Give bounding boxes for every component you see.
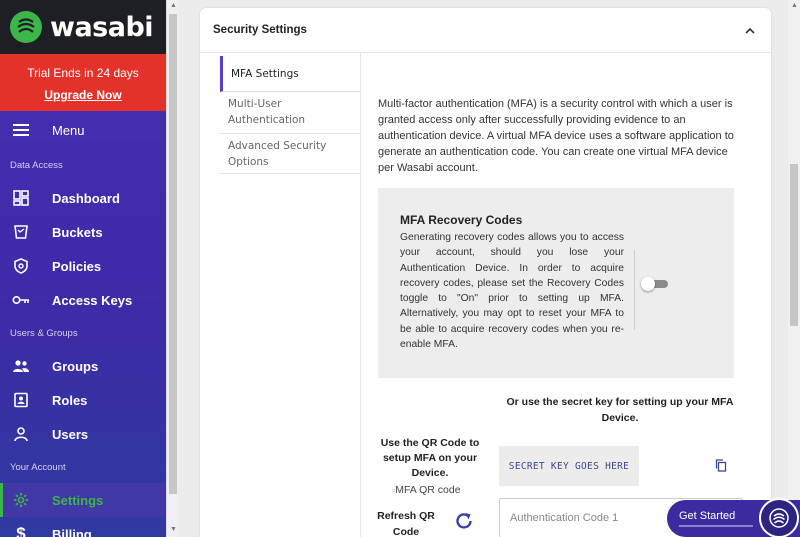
toggle-knob <box>641 277 655 291</box>
brand-name: wasabi <box>50 11 154 43</box>
sidebar-item-buckets[interactable]: Buckets <box>0 215 166 249</box>
section-data-access: Data Access <box>10 159 63 171</box>
mfa-recovery-codes-box: MFA Recovery Codes Generating recovery c… <box>378 188 734 378</box>
dollar-icon: $ <box>16 524 26 537</box>
hamburger-icon <box>12 121 30 139</box>
shield-icon <box>12 257 30 275</box>
sidebar-item-groups[interactable]: Groups <box>0 349 166 383</box>
get-started-progress <box>679 525 753 527</box>
get-started-label: Get Started <box>679 510 736 522</box>
settings-tabs: MFA Settings Multi-User Authentication A… <box>220 56 360 174</box>
sidebar-item-access-keys[interactable]: Access Keys <box>0 283 166 317</box>
sidebar-item-label: Users <box>52 426 89 442</box>
divider <box>360 52 361 537</box>
sidebar-item-settings[interactable]: Settings <box>0 483 166 517</box>
group-icon <box>12 357 30 375</box>
sidebar-scrollbar[interactable]: ▲ ▼ <box>166 0 178 537</box>
mfa-description: Multi-factor authentication (MFA) is a s… <box>378 98 734 174</box>
card-title: Security Settings <box>213 24 307 36</box>
dashboard-icon <box>12 189 30 207</box>
main-scroll-thumb[interactable] <box>790 164 798 326</box>
sidebar-item-label: Groups <box>52 358 99 374</box>
menu-toggle[interactable]: Menu <box>0 111 166 149</box>
upgrade-now-link[interactable]: Upgrade Now <box>44 88 121 102</box>
tab-multi-user-authentication[interactable]: Multi-User Authentication <box>220 92 360 134</box>
recovery-text: Generating recovery codes allows you to … <box>400 232 624 351</box>
refresh-icon[interactable] <box>453 510 475 532</box>
wasabi-logo-icon <box>759 498 799 537</box>
sidebar-item-label: Roles <box>52 392 88 408</box>
sidebar: wasabi Trial Ends in 24 days Upgrade Now… <box>0 0 166 537</box>
copy-icon[interactable] <box>715 459 727 472</box>
wasabi-logo[interactable]: wasabi <box>0 0 166 54</box>
secret-key-title: Or use the secret key for setting up you… <box>506 396 734 424</box>
chevron-up-icon[interactable] <box>743 24 757 38</box>
mfa-qr-code-image: ▫MFA QR code <box>392 484 461 496</box>
sidebar-item-users[interactable]: Users <box>0 417 166 451</box>
sidebar-item-label: Settings <box>52 492 104 508</box>
sidebar-item-billing[interactable]: $ Billing <box>0 517 166 537</box>
recovery-codes-toggle[interactable] <box>641 277 668 291</box>
sidebar-item-dashboard[interactable]: Dashboard <box>0 181 166 215</box>
key-icon <box>12 291 30 309</box>
sidebar-item-label: Buckets <box>52 224 103 240</box>
get-started-button[interactable]: Get Started <box>667 498 800 537</box>
divider <box>200 52 771 53</box>
sidebar-item-label: Policies <box>52 258 102 274</box>
scroll-up-arrow-icon[interactable]: ▲ <box>170 2 177 9</box>
qr-code-title: Use the QR Code to setup MFA on your Dev… <box>380 437 480 479</box>
sidebar-scroll-thumb[interactable] <box>169 14 177 494</box>
main-scrollbar[interactable]: ▲ <box>788 0 800 537</box>
sidebar-item-policies[interactable]: Policies <box>0 249 166 283</box>
security-settings-card: Security Settings MFA Settings Multi-Use… <box>200 8 771 537</box>
scroll-down-arrow-icon[interactable]: ▼ <box>170 526 177 533</box>
tab-mfa-settings[interactable]: MFA Settings <box>220 56 360 92</box>
scroll-up-arrow-icon[interactable]: ▲ <box>791 2 798 9</box>
bucket-icon <box>12 223 30 241</box>
sidebar-item-label: Dashboard <box>52 190 120 206</box>
sidebar-item-label: Access Keys <box>52 292 133 308</box>
wasabi-logo-icon <box>10 11 42 43</box>
sidebar-item-roles[interactable]: Roles <box>0 383 166 417</box>
secret-key-value: SECRET KEY GOES HERE <box>499 446 639 486</box>
trial-banner: Trial Ends in 24 days Upgrade Now <box>0 54 166 111</box>
sidebar-item-label: Billing <box>52 526 92 537</box>
refresh-qr-label: Refresh QR Code <box>377 510 435 537</box>
recovery-title: MFA Recovery Codes <box>400 213 523 227</box>
tab-advanced-security-options[interactable]: Advanced Security Options <box>220 134 360 174</box>
id-badge-icon <box>12 391 30 409</box>
divider <box>634 250 635 330</box>
trial-text: Trial Ends in 24 days <box>27 66 139 80</box>
section-users-groups: Users & Groups <box>10 327 78 339</box>
qr-image-alt: MFA QR code <box>395 484 461 496</box>
user-icon <box>12 425 30 443</box>
menu-label: Menu <box>52 122 85 138</box>
section-your-account: Your Account <box>10 461 66 473</box>
gear-icon <box>12 491 30 509</box>
